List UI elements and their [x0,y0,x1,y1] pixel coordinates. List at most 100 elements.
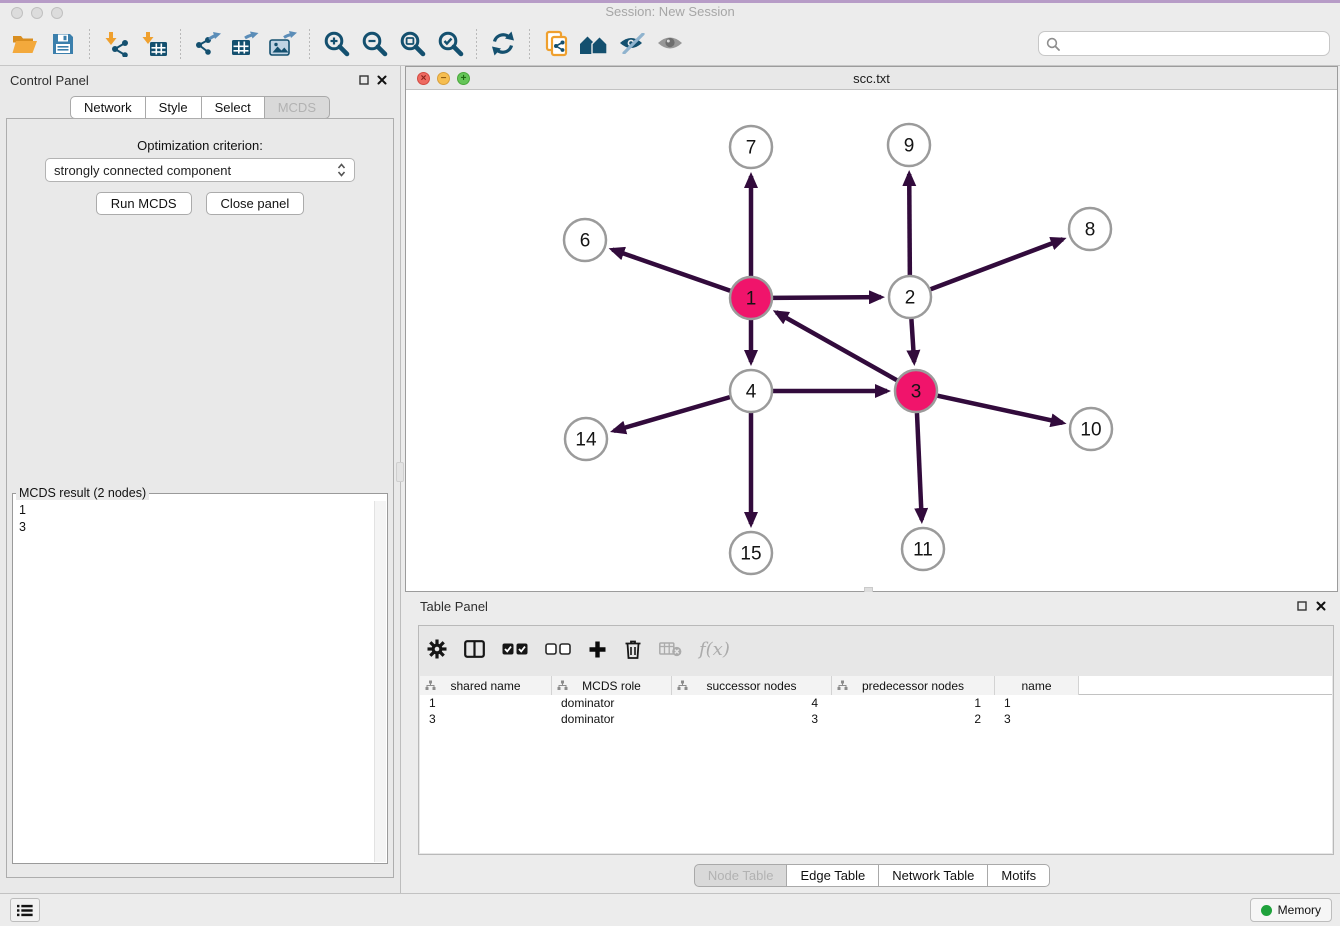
svg-text:8: 8 [1085,220,1096,241]
zoom-fit-button[interactable] [393,27,431,61]
cell-shared-name[interactable]: 3 [420,712,552,726]
optimization-criterion-select[interactable]: strongly connected component [45,158,355,182]
graph-node-10[interactable]: 10 [1070,408,1112,450]
graph-node-4[interactable]: 4 [730,370,772,412]
edge-4-14[interactable] [614,397,730,431]
cell-mcds-role[interactable]: dominator [552,696,672,710]
column-header-successor-nodes[interactable]: successor nodes [672,676,832,695]
refresh-network-button[interactable] [484,27,522,61]
column-header-shared-name[interactable]: shared name [420,676,552,695]
mcds-result-textarea[interactable]: 13 [14,501,386,862]
network-canvas[interactable]: 7 9 6 8 1 2 4 3 14 10 15 11 [406,90,1337,591]
delete-column-button[interactable] [624,635,642,663]
tab-network[interactable]: Network [70,96,146,119]
edge-2-8[interactable] [931,239,1063,289]
export-network-button[interactable] [188,27,226,61]
cell-successor-nodes[interactable]: 3 [672,712,832,726]
close-panel-icon[interactable] [375,73,388,86]
graph-node-6[interactable]: 6 [564,219,606,261]
zoom-selected-button[interactable] [431,27,469,61]
graph-node-2[interactable]: 2 [889,276,931,318]
table-panel: Table Panel f(x) shared nameMCDS rolesuc… [404,592,1340,893]
memory-button[interactable]: Memory [1250,898,1332,922]
memory-status-icon [1261,905,1272,916]
network-graph[interactable]: 7 9 6 8 1 2 4 3 14 10 15 11 [406,90,1337,591]
graph-node-1[interactable]: 1 [730,277,772,319]
export-table-button[interactable] [226,27,264,61]
table-toolbar: f(x) [427,632,730,666]
zoom-in-button[interactable] [317,27,355,61]
run-mcds-button[interactable]: Run MCDS [96,192,192,215]
split-view-button[interactable] [464,635,485,663]
tab-style[interactable]: Style [145,96,202,119]
graph-node-15[interactable]: 15 [730,532,772,574]
zoom-out-button[interactable] [355,27,393,61]
svg-text:11: 11 [913,540,933,561]
settings-gear-button[interactable] [427,635,447,663]
edge-1-6[interactable] [612,250,730,291]
home-view-button[interactable] [575,27,613,61]
column-header-predecessor-nodes[interactable]: predecessor nodes [832,676,995,695]
tab-mcds[interactable]: MCDS [264,96,330,119]
add-column-button[interactable] [588,635,607,663]
cell-name[interactable]: 3 [995,712,1079,726]
window-top-edge [0,0,1340,3]
table-tab-motifs[interactable]: Motifs [987,864,1050,887]
deselect-all-checkboxes-button[interactable] [545,635,571,663]
table-row[interactable]: 3dominator323 [420,711,1332,727]
edge-3-11[interactable] [917,413,922,520]
svg-text:3: 3 [911,382,922,403]
search-input[interactable] [1065,35,1322,52]
show-hidden-button[interactable] [651,27,689,61]
application-window: Session: New Session Control Panel Netwo… [0,0,1340,926]
import-network-button[interactable] [97,27,135,61]
node-table-frame: f(x) shared nameMCDS rolesuccessor nodes… [418,625,1334,855]
float-panel-icon[interactable] [357,73,370,86]
hide-selected-button[interactable] [613,27,651,61]
search-icon [1046,37,1060,51]
edge-2-3[interactable] [911,319,914,362]
task-history-button[interactable] [10,898,40,922]
search-field[interactable] [1038,31,1330,56]
edge-2-9[interactable] [909,174,910,275]
open-session-button[interactable] [6,27,44,61]
table-tab-edge-table[interactable]: Edge Table [786,864,879,887]
close-panel-button[interactable]: Close panel [206,192,305,215]
save-session-button[interactable] [44,27,82,61]
network-window-titlebar[interactable]: × − + scc.txt [406,67,1337,90]
result-scrollbar[interactable] [374,501,386,862]
cell-shared-name[interactable]: 1 [420,696,552,710]
dropdown-arrows-icon [337,163,346,177]
mcds-result-line: 3 [19,519,381,536]
graph-node-9[interactable]: 9 [888,124,930,166]
edge-1-2[interactable] [773,297,881,298]
tab-select[interactable]: Select [201,96,265,119]
export-image-button[interactable] [264,27,302,61]
cell-successor-nodes[interactable]: 4 [672,696,832,710]
column-header-mcds-role[interactable]: MCDS role [552,676,672,695]
graph-node-3[interactable]: 3 [895,370,937,412]
table-tab-node-table[interactable]: Node Table [694,864,788,887]
graph-node-8[interactable]: 8 [1069,208,1111,250]
panel-splitter-handle[interactable] [396,462,404,482]
edge-3-10[interactable] [937,396,1062,423]
select-all-checkboxes-button[interactable] [502,635,528,663]
edge-3-1[interactable] [776,312,897,380]
cell-predecessor-nodes[interactable]: 1 [832,696,995,710]
graph-node-7[interactable]: 7 [730,126,772,168]
table-float-panel-icon[interactable] [1295,599,1308,612]
window-title: Session: New Session [0,4,1340,19]
svg-text:10: 10 [1080,420,1101,441]
table-close-panel-icon[interactable] [1314,599,1327,612]
table-row[interactable]: 1dominator411 [420,695,1332,711]
cell-name[interactable]: 1 [995,696,1079,710]
cell-predecessor-nodes[interactable]: 2 [832,712,995,726]
table-tab-network-table[interactable]: Network Table [878,864,988,887]
control-panel: Control Panel NetworkStyleSelectMCDS Opt… [0,66,401,893]
graph-node-14[interactable]: 14 [565,418,607,460]
column-header-name[interactable]: name [995,676,1079,695]
copy-network-button[interactable] [537,27,575,61]
import-table-button[interactable] [135,27,173,61]
cell-mcds-role[interactable]: dominator [552,712,672,726]
graph-node-11[interactable]: 11 [902,528,944,570]
